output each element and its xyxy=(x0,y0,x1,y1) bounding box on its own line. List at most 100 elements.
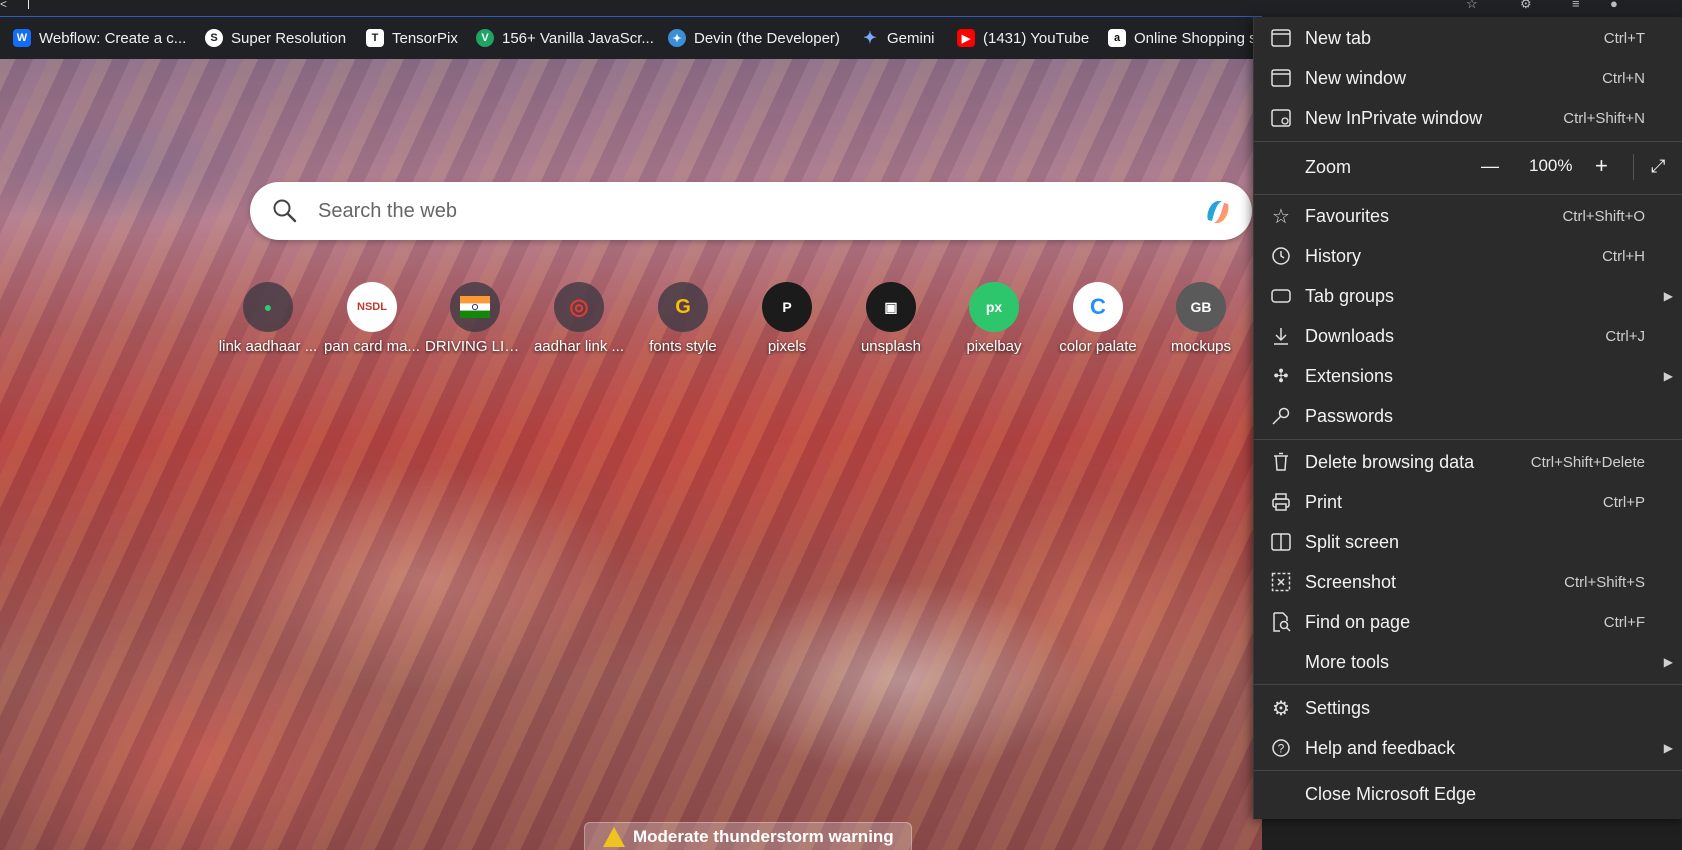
weather-warning-text: Moderate thunderstorm warning xyxy=(633,826,894,846)
menu-item-shortcut: Ctrl+F xyxy=(1603,613,1645,631)
gemini-icon: ✦ xyxy=(863,30,877,47)
quick-link-label: pan card ma... xyxy=(324,338,420,355)
quick-link-aadhar[interactable]: ◎ aadhar link ... xyxy=(529,282,629,355)
back-arrow-icon[interactable]: < xyxy=(0,0,7,11)
menu-item-find-on-page[interactable]: Find on page Ctrl+F xyxy=(1254,603,1682,641)
menu-item-print[interactable]: Print Ctrl+P xyxy=(1254,483,1682,521)
chevron-right-icon: ▶ xyxy=(1663,289,1673,303)
favorite-amazon[interactable]: a Online Shopping s xyxy=(1108,27,1257,49)
menu-item-history[interactable]: History Ctrl+H xyxy=(1254,237,1682,275)
quick-link-driving-licence[interactable]: DRIVING LIC... xyxy=(425,282,525,355)
menu-item-label: New InPrivate window xyxy=(1305,107,1483,128)
star-icon[interactable]: ☆ xyxy=(1466,0,1478,12)
menu-item-downloads[interactable]: Downloads Ctrl+J xyxy=(1254,317,1682,355)
find-on-page-icon xyxy=(1270,611,1292,633)
quick-link-color-palette[interactable]: C color palate xyxy=(1048,282,1148,355)
menu-item-more-tools[interactable]: More tools ▶ xyxy=(1254,643,1682,681)
favorite-youtube[interactable]: ▶ (1431) YouTube xyxy=(957,27,1089,49)
quick-link-pexels[interactable]: P pixels xyxy=(737,282,837,355)
menu-item-label: More tools xyxy=(1305,651,1390,672)
menu-item-label: Delete browsing data xyxy=(1305,451,1475,472)
menu-item-label: Settings xyxy=(1305,697,1371,718)
menu-divider xyxy=(1254,684,1682,685)
google-fonts-icon: G xyxy=(658,282,708,332)
chevron-right-icon: ▶ xyxy=(1663,741,1673,755)
quick-link-label: mockups xyxy=(1170,338,1232,355)
menu-item-label: Extensions xyxy=(1305,365,1394,386)
extensions-toolbar-icon[interactable]: ⚙ xyxy=(1520,0,1532,12)
menu-item-settings[interactable]: ⚙ Settings xyxy=(1254,689,1682,727)
menu-item-shortcut: Ctrl+T xyxy=(1603,29,1645,47)
quick-link-label: DRIVING LIC... xyxy=(425,338,525,355)
favorite-label: TensorPix xyxy=(392,29,458,47)
search-placeholder[interactable]: Search the web xyxy=(318,200,457,223)
super-resolution-icon: S xyxy=(205,29,223,47)
search-box[interactable]: Search the web xyxy=(250,182,1252,240)
gear-icon: ⚙ xyxy=(1272,697,1290,720)
favorite-label: Webflow: Create a c... xyxy=(39,29,187,47)
puzzle-piece-icon: ✣ xyxy=(1273,365,1289,386)
copilot-icon[interactable] xyxy=(1202,196,1234,228)
favorite-devin[interactable]: ✦ Devin (the Developer) xyxy=(668,27,840,49)
quick-link-aadhaar[interactable]: ● link aadhaar ... xyxy=(218,282,318,355)
tab-groups-icon xyxy=(1270,285,1292,307)
menu-divider xyxy=(1254,194,1682,195)
devin-icon: ✦ xyxy=(668,29,686,47)
menu-item-shortcut: Ctrl+P xyxy=(1602,493,1645,511)
menu-item-label: Close Microsoft Edge xyxy=(1305,783,1477,804)
profile-avatar-icon[interactable]: ● xyxy=(1610,0,1618,11)
amazon-icon: a xyxy=(1108,29,1126,47)
menu-item-label: Print xyxy=(1305,491,1343,512)
quick-link-pan-card[interactable]: NSDL pan card ma... xyxy=(322,282,422,355)
menu-item-label: Find on page xyxy=(1305,611,1411,632)
screenshot-icon xyxy=(1270,571,1292,593)
quick-link-mockups[interactable]: GB mockups xyxy=(1152,282,1250,355)
tensorpix-icon: T xyxy=(366,29,384,47)
color-palette-icon: C xyxy=(1073,282,1123,332)
quick-link-label: pixelbay xyxy=(966,338,1022,355)
menu-item-label: Favourites xyxy=(1305,205,1390,226)
quick-link-unsplash[interactable]: ▣ unsplash xyxy=(841,282,941,355)
quick-link-label: pixels xyxy=(767,338,807,355)
menu-item-tab-groups[interactable]: Tab groups ▶ xyxy=(1254,277,1682,315)
chevron-right-icon: ▶ xyxy=(1663,369,1673,383)
favorite-super-resolution[interactable]: S Super Resolution xyxy=(205,27,346,49)
menu-item-passwords[interactable]: Passwords xyxy=(1254,397,1682,435)
chevron-right-icon: ▶ xyxy=(1663,655,1673,669)
quick-link-fonts[interactable]: G fonts style xyxy=(633,282,733,355)
favorite-vanilla-js[interactable]: V 156+ Vanilla JavaScr... xyxy=(476,27,654,49)
menu-item-screenshot[interactable]: Screenshot Ctrl+Shift+S xyxy=(1254,563,1682,601)
address-cursor xyxy=(28,0,29,9)
favourites-star-icon: ☆ xyxy=(1272,205,1290,228)
nsdl-icon: NSDL xyxy=(347,282,397,332)
unsplash-icon: ▣ xyxy=(866,282,916,332)
favorite-webflow[interactable]: W Webflow: Create a c... xyxy=(13,27,186,49)
menu-item-shortcut: Ctrl+H xyxy=(1602,247,1645,265)
favorite-label: Online Shopping s xyxy=(1134,29,1257,47)
zoom-out-button[interactable]: — xyxy=(1481,156,1499,177)
menu-item-close-edge[interactable]: Close Microsoft Edge xyxy=(1254,775,1682,813)
menu-item-extensions[interactable]: ✣ Extensions ▶ xyxy=(1254,357,1682,395)
favorite-tensorpix[interactable]: T TensorPix xyxy=(366,27,458,49)
new-window-icon xyxy=(1270,67,1292,89)
printer-icon xyxy=(1270,491,1292,513)
settings-menu: New tab Ctrl+T New window Ctrl+N New InP… xyxy=(1253,17,1682,819)
help-icon: ? xyxy=(1270,737,1292,759)
weather-warning-banner[interactable]: Moderate thunderstorm warning xyxy=(584,822,912,850)
zoom-in-button[interactable]: + xyxy=(1595,153,1608,179)
menu-item-new-tab[interactable]: New tab Ctrl+T xyxy=(1254,19,1682,57)
menu-item-shortcut: Ctrl+Shift+O xyxy=(1562,207,1645,225)
menu-item-help-and-feedback[interactable]: ? Help and feedback ▶ xyxy=(1254,729,1682,767)
menu-item-new-window[interactable]: New window Ctrl+N xyxy=(1254,59,1682,97)
fullscreen-icon[interactable]: ⤢ xyxy=(1651,156,1665,177)
menu-item-delete-browsing-data[interactable]: Delete browsing data Ctrl+Shift+Delete xyxy=(1254,443,1682,481)
menu-item-label: Zoom xyxy=(1305,156,1352,177)
menu-item-new-inprivate-window[interactable]: New InPrivate window Ctrl+Shift+N xyxy=(1254,99,1682,137)
menu-item-split-screen[interactable]: Split screen xyxy=(1254,523,1682,561)
menu-item-favourites[interactable]: ☆ Favourites Ctrl+Shift+O xyxy=(1254,197,1682,235)
collections-icon[interactable]: ≡ xyxy=(1572,0,1580,11)
quick-link-label: unsplash xyxy=(860,338,922,355)
svg-text:?: ? xyxy=(1278,742,1285,756)
favorite-gemini[interactable]: ✦ Gemini xyxy=(861,27,934,49)
quick-link-pixabay[interactable]: px pixelbay xyxy=(944,282,1044,355)
